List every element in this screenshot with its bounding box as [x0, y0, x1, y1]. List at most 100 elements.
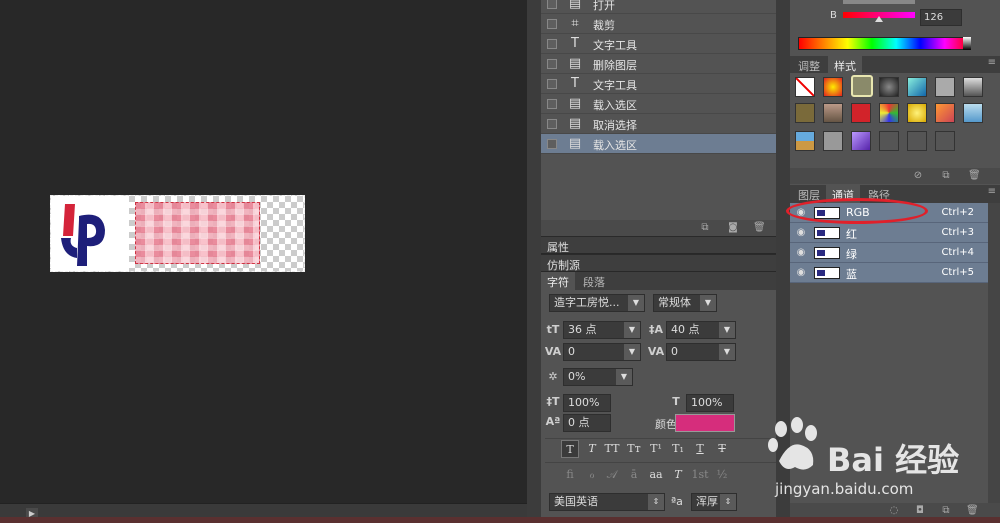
slider-thumb[interactable]	[875, 16, 883, 22]
subscript-button[interactable]: T₁	[669, 440, 687, 458]
history-item[interactable]: ▤ 载入选区	[541, 94, 776, 114]
new-document-icon[interactable]: ⧉	[699, 222, 711, 234]
text-color-swatch[interactable]	[675, 414, 735, 432]
history-item[interactable]: T 文字工具	[541, 74, 776, 94]
faux-bold-button[interactable]: T	[561, 440, 579, 458]
style-swatch[interactable]	[823, 131, 843, 151]
all-caps-button[interactable]: TT	[603, 440, 621, 458]
faux-italic-button[interactable]: T	[583, 440, 601, 458]
style-swatch[interactable]	[907, 77, 927, 97]
checkbox[interactable]	[547, 59, 557, 69]
character-panel: 造字工房悦... ▼ 常规体 ▼ tT 36 点 ▼ ‡A 40 点 ▼ VA …	[541, 290, 789, 518]
channel-row-green[interactable]: ◉ 绿 Ctrl+4	[790, 243, 988, 263]
swash-button[interactable]: 𝒜	[603, 466, 621, 484]
channel-name: 蓝	[846, 268, 857, 281]
eye-icon[interactable]: ◉	[795, 247, 807, 259]
language-select[interactable]: 美国英语 ⇕	[549, 493, 665, 511]
tab-styles[interactable]: 样式	[828, 56, 862, 74]
style-swatch[interactable]	[963, 77, 983, 97]
clear-style-icon[interactable]: ⊘	[912, 170, 924, 182]
checkbox[interactable]	[547, 0, 557, 9]
ligature-button[interactable]: fi	[561, 466, 579, 484]
history-item[interactable]: ▤ 打开	[541, 0, 776, 14]
style-swatch[interactable]	[823, 77, 843, 97]
eye-icon[interactable]: ◉	[795, 267, 807, 279]
channel-row-red[interactable]: ◉ 红 Ctrl+3	[790, 223, 988, 243]
checkbox[interactable]	[547, 79, 557, 89]
baseline-shift-field[interactable]: 0 点	[563, 414, 611, 432]
new-style-icon[interactable]: ⧉	[940, 170, 952, 182]
styles-panel	[790, 73, 1000, 183]
style-swatch[interactable]	[935, 103, 955, 123]
vertical-scale-field[interactable]: 100%	[563, 394, 611, 412]
style-none[interactable]	[795, 77, 815, 97]
history-item[interactable]: ▤ 取消选择	[541, 114, 776, 134]
history-item-selected[interactable]: ▤ 载入选区	[541, 134, 776, 154]
style-swatch[interactable]	[851, 103, 871, 123]
font-size-field[interactable]: 36 点 ▼	[563, 321, 641, 339]
new-channel-icon[interactable]: ⧉	[940, 505, 952, 517]
checkbox[interactable]	[547, 39, 557, 49]
style-swatch[interactable]	[963, 103, 983, 123]
language-value: 美国英语	[554, 495, 598, 508]
style-swatch[interactable]	[935, 77, 955, 97]
checkbox[interactable]	[547, 139, 557, 149]
save-selection-icon[interactable]: ◘	[914, 505, 926, 517]
small-caps-button[interactable]: Tт	[625, 440, 643, 458]
panel-menu-icon[interactable]: ≡	[988, 186, 996, 197]
style-swatch-empty[interactable]	[907, 131, 927, 151]
document-image[interactable]	[50, 195, 305, 272]
kerning-field[interactable]: 0 ▼	[563, 343, 641, 361]
ordinals-st-button[interactable]: 1st	[691, 466, 709, 484]
spectrum-bw[interactable]	[963, 37, 971, 50]
font-family-select[interactable]: 造字工房悦... ▼	[549, 294, 645, 312]
titling-alternates-button[interactable]: aa	[647, 466, 665, 484]
style-swatch-selected[interactable]	[851, 75, 873, 97]
old-style-button[interactable]: ℴ	[583, 466, 601, 484]
eye-icon[interactable]: ◉	[795, 227, 807, 239]
tab-adjustments[interactable]: 调整	[792, 56, 826, 74]
style-swatch[interactable]	[879, 103, 899, 123]
history-item[interactable]: ⌗ 裁剪	[541, 14, 776, 34]
tsume-field[interactable]: 0% ▼	[563, 368, 633, 386]
tracking-field[interactable]: 0 ▼	[666, 343, 736, 361]
checkbox[interactable]	[547, 19, 557, 29]
stylistic-alternates-button[interactable]: ā	[625, 466, 643, 484]
load-selection-icon[interactable]: ◌	[888, 505, 900, 517]
fractions-button[interactable]: ½	[713, 466, 731, 484]
document-icon: ▤	[568, 56, 582, 71]
style-swatch[interactable]	[851, 131, 871, 151]
history-item[interactable]: ▤ 删除图层	[541, 54, 776, 74]
style-swatch-empty[interactable]	[879, 131, 899, 151]
style-swatch[interactable]	[907, 103, 927, 123]
style-swatch[interactable]	[823, 103, 843, 123]
trash-icon[interactable]: 🗑	[966, 505, 979, 517]
camera-icon[interactable]: ◙	[727, 222, 739, 234]
style-swatch-empty[interactable]	[935, 131, 955, 151]
channel-row-blue[interactable]: ◉ 蓝 Ctrl+5	[790, 263, 988, 283]
ordinals-button[interactable]: T	[669, 466, 687, 484]
clone-source-panel-tab[interactable]: 仿制源 ≡	[541, 254, 789, 272]
trash-icon[interactable]: 🗑	[968, 170, 981, 182]
leading-field[interactable]: 40 点 ▼	[666, 321, 736, 339]
strikethrough-button[interactable]: T	[713, 440, 731, 458]
style-swatch[interactable]	[795, 131, 815, 151]
g-slider[interactable]	[843, 0, 915, 4]
horizontal-scale-field[interactable]: 100%	[686, 394, 734, 412]
history-item[interactable]: T 文字工具	[541, 34, 776, 54]
properties-panel-tab[interactable]: 属性 ≡	[541, 236, 789, 254]
panel-menu-icon[interactable]: ≡	[988, 57, 996, 68]
trash-icon[interactable]: 🗑	[753, 222, 766, 234]
b-channel-field[interactable]: 126	[920, 9, 962, 26]
checkbox[interactable]	[547, 119, 557, 129]
font-style-select[interactable]: 常规体 ▼	[653, 294, 717, 312]
style-swatch[interactable]	[879, 77, 899, 97]
style-swatch[interactable]	[795, 103, 815, 123]
tab-character[interactable]: 字符	[541, 272, 575, 290]
superscript-button[interactable]: T¹	[647, 440, 665, 458]
checkbox[interactable]	[547, 99, 557, 109]
tab-paragraph[interactable]: 段落	[577, 272, 611, 290]
underline-button[interactable]: T	[691, 440, 709, 458]
antialias-select[interactable]: 浑厚 ⇕	[691, 493, 737, 511]
color-spectrum[interactable]	[798, 37, 970, 50]
